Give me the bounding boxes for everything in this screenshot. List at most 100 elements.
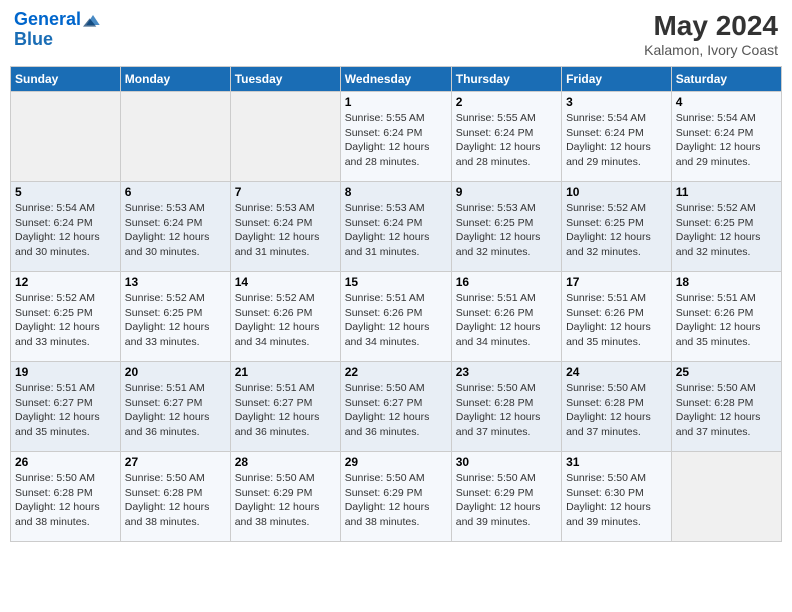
day-number: 2 <box>456 95 557 109</box>
title-block: May 2024 Kalamon, Ivory Coast <box>644 10 778 58</box>
day-info: Sunrise: 5:50 AM Sunset: 6:28 PM Dayligh… <box>566 381 667 440</box>
day-number: 16 <box>456 275 557 289</box>
day-info: Sunrise: 5:50 AM Sunset: 6:28 PM Dayligh… <box>125 471 226 530</box>
day-info: Sunrise: 5:53 AM Sunset: 6:24 PM Dayligh… <box>235 201 336 260</box>
calendar-cell: 11Sunrise: 5:52 AM Sunset: 6:25 PM Dayli… <box>671 182 781 272</box>
calendar-cell: 15 Sunrise: 5:51 AM Sunset: 6:26 PM Dayli… <box>340 272 451 362</box>
calendar-cell: 12 Sunrise: 5:52 AM Sunset: 6:25 PM Dayli… <box>11 272 121 362</box>
day-number: 9 <box>456 185 557 199</box>
day-info: Sunrise: 5:50 AM Sunset: 6:29 PM Dayligh… <box>345 471 447 530</box>
day-info: Sunrise: 5:52 AM Sunset: 6:25 PM Dayligh… <box>676 201 777 260</box>
logo-text-line2: Blue <box>14 30 103 50</box>
calendar-cell: 31Sunrise: 5:50 AM Sunset: 6:30 PM Dayli… <box>562 452 672 542</box>
day-info: Sunrise: 5:53 AM Sunset: 6:24 PM Dayligh… <box>125 201 226 260</box>
day-number: 23 <box>456 365 557 379</box>
day-info: Sunrise: 5:51 AM Sunset: 6:26 PM Dayligh… <box>676 291 777 350</box>
day-info: Sunrise: 5:51 AM Sunset: 6:26 PM Dayligh… <box>456 291 557 350</box>
day-number: 18 <box>676 275 777 289</box>
calendar-cell: 9Sunrise: 5:53 AM Sunset: 6:25 PM Daylig… <box>451 182 561 272</box>
day-info: Sunrise: 5:54 AM Sunset: 6:24 PM Dayligh… <box>566 111 667 170</box>
day-number: 4 <box>676 95 777 109</box>
calendar-cell: 4 Sunrise: 5:54 AM Sunset: 6:24 PM Daylig… <box>671 92 781 182</box>
day-number: 15 <box>345 275 447 289</box>
day-info: Sunrise: 5:52 AM Sunset: 6:25 PM Dayligh… <box>15 291 116 350</box>
calendar-cell <box>671 452 781 542</box>
day-number: 27 <box>125 455 226 469</box>
calendar-header-monday: Monday <box>120 67 230 92</box>
calendar-header-wednesday: Wednesday <box>340 67 451 92</box>
calendar-cell: 25 Sunrise: 5:50 AM Sunset: 6:28 PM Dayli… <box>671 362 781 452</box>
day-info: Sunrise: 5:50 AM Sunset: 6:28 PM Dayligh… <box>676 381 777 440</box>
day-number: 6 <box>125 185 226 199</box>
day-number: 1 <box>345 95 447 109</box>
calendar-cell <box>120 92 230 182</box>
page-subtitle: Kalamon, Ivory Coast <box>644 42 778 58</box>
day-info: Sunrise: 5:52 AM Sunset: 6:25 PM Dayligh… <box>125 291 226 350</box>
calendar-cell: 27 Sunrise: 5:50 AM Sunset: 6:28 PM Dayli… <box>120 452 230 542</box>
calendar-cell: 7 Sunrise: 5:53 AM Sunset: 6:24 PM Daylig… <box>230 182 340 272</box>
day-info: Sunrise: 5:53 AM Sunset: 6:24 PM Dayligh… <box>345 201 447 260</box>
calendar-cell: 21 Sunrise: 5:51 AM Sunset: 6:27 PM Dayli… <box>230 362 340 452</box>
day-number: 17 <box>566 275 667 289</box>
day-number: 20 <box>125 365 226 379</box>
calendar-cell: 13 Sunrise: 5:52 AM Sunset: 6:25 PM Dayli… <box>120 272 230 362</box>
calendar-week-5: 26 Sunrise: 5:50 AM Sunset: 6:28 PM Dayli… <box>11 452 782 542</box>
day-info: Sunrise: 5:54 AM Sunset: 6:24 PM Dayligh… <box>676 111 777 170</box>
calendar-cell <box>11 92 121 182</box>
calendar-cell: 8Sunrise: 5:53 AM Sunset: 6:24 PM Daylig… <box>340 182 451 272</box>
calendar-cell: 23 Sunrise: 5:50 AM Sunset: 6:28 PM Dayli… <box>451 362 561 452</box>
day-info: Sunrise: 5:54 AM Sunset: 6:24 PM Dayligh… <box>15 201 116 260</box>
calendar-week-4: 19 Sunrise: 5:51 AM Sunset: 6:27 PM Dayli… <box>11 362 782 452</box>
day-number: 19 <box>15 365 116 379</box>
day-number: 25 <box>676 365 777 379</box>
day-number: 13 <box>125 275 226 289</box>
logo-text-line1: General <box>14 10 81 30</box>
day-info: Sunrise: 5:50 AM Sunset: 6:27 PM Dayligh… <box>345 381 447 440</box>
day-number: 29 <box>345 455 447 469</box>
day-info: Sunrise: 5:50 AM Sunset: 6:28 PM Dayligh… <box>456 381 557 440</box>
calendar-header-row: SundayMondayTuesdayWednesdayThursdayFrid… <box>11 67 782 92</box>
calendar-cell: 17 Sunrise: 5:51 AM Sunset: 6:26 PM Dayli… <box>562 272 672 362</box>
day-info: Sunrise: 5:52 AM Sunset: 6:25 PM Dayligh… <box>566 201 667 260</box>
calendar-cell: 22Sunrise: 5:50 AM Sunset: 6:27 PM Dayli… <box>340 362 451 452</box>
calendar-cell: 14Sunrise: 5:52 AM Sunset: 6:26 PM Dayli… <box>230 272 340 362</box>
day-info: Sunrise: 5:50 AM Sunset: 6:29 PM Dayligh… <box>456 471 557 530</box>
day-number: 7 <box>235 185 336 199</box>
day-info: Sunrise: 5:55 AM Sunset: 6:24 PM Dayligh… <box>456 111 557 170</box>
logo-icon <box>83 10 103 30</box>
calendar-cell: 5Sunrise: 5:54 AM Sunset: 6:24 PM Daylig… <box>11 182 121 272</box>
calendar-cell: 20Sunrise: 5:51 AM Sunset: 6:27 PM Dayli… <box>120 362 230 452</box>
day-info: Sunrise: 5:51 AM Sunset: 6:26 PM Dayligh… <box>566 291 667 350</box>
day-info: Sunrise: 5:50 AM Sunset: 6:29 PM Dayligh… <box>235 471 336 530</box>
day-info: Sunrise: 5:51 AM Sunset: 6:27 PM Dayligh… <box>235 381 336 440</box>
day-number: 26 <box>15 455 116 469</box>
calendar-week-2: 5Sunrise: 5:54 AM Sunset: 6:24 PM Daylig… <box>11 182 782 272</box>
day-number: 28 <box>235 455 336 469</box>
day-info: Sunrise: 5:50 AM Sunset: 6:28 PM Dayligh… <box>15 471 116 530</box>
day-number: 10 <box>566 185 667 199</box>
day-number: 12 <box>15 275 116 289</box>
day-number: 14 <box>235 275 336 289</box>
calendar-header-friday: Friday <box>562 67 672 92</box>
calendar-cell: 16 Sunrise: 5:51 AM Sunset: 6:26 PM Dayli… <box>451 272 561 362</box>
calendar-cell: 29 Sunrise: 5:50 AM Sunset: 6:29 PM Dayli… <box>340 452 451 542</box>
calendar-cell: 24Sunrise: 5:50 AM Sunset: 6:28 PM Dayli… <box>562 362 672 452</box>
calendar-cell: 18 Sunrise: 5:51 AM Sunset: 6:26 PM Dayli… <box>671 272 781 362</box>
calendar-cell: 1Sunrise: 5:55 AM Sunset: 6:24 PM Daylig… <box>340 92 451 182</box>
calendar-week-3: 12 Sunrise: 5:52 AM Sunset: 6:25 PM Dayli… <box>11 272 782 362</box>
calendar-week-1: 1 Sunrise: 5:55 AM Sunset: 6:24 PM Daylig… <box>11 92 782 182</box>
calendar-cell: 3Sunrise: 5:54 AM Sunset: 6:24 PM Daylig… <box>562 92 672 182</box>
day-info: Sunrise: 5:51 AM Sunset: 6:27 PM Dayligh… <box>15 381 116 440</box>
day-number: 30 <box>456 455 557 469</box>
day-info: Sunrise: 5:51 AM Sunset: 6:26 PM Dayligh… <box>345 291 447 350</box>
page-title: May 2024 <box>644 10 778 42</box>
calendar-table: SundayMondayTuesdayWednesdayThursdayFrid… <box>10 66 782 542</box>
calendar-cell: 28 Sunrise: 5:50 AM Sunset: 6:29 PM Dayli… <box>230 452 340 542</box>
day-number: 21 <box>235 365 336 379</box>
day-info: Sunrise: 5:50 AM Sunset: 6:30 PM Dayligh… <box>566 471 667 530</box>
calendar-header-saturday: Saturday <box>671 67 781 92</box>
calendar-cell: 26 Sunrise: 5:50 AM Sunset: 6:28 PM Dayli… <box>11 452 121 542</box>
calendar-cell: 10 Sunrise: 5:52 AM Sunset: 6:25 PM Dayli… <box>562 182 672 272</box>
calendar-cell: 6 Sunrise: 5:53 AM Sunset: 6:24 PM Daylig… <box>120 182 230 272</box>
logo: General Blue <box>14 10 103 50</box>
